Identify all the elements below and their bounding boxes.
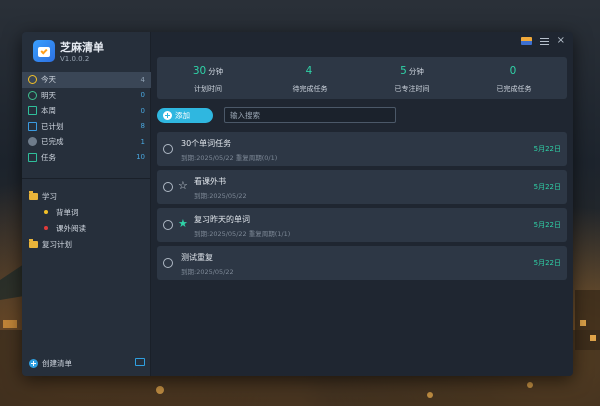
nav-item-count: 10 <box>136 153 145 162</box>
sun-outline-icon <box>28 90 37 100</box>
plus-icon <box>163 111 172 120</box>
nav-item-label: 已完成 <box>41 137 64 147</box>
calendar-icon <box>28 121 37 131</box>
sidebar-divider <box>22 178 151 179</box>
menu-icon[interactable] <box>539 37 549 45</box>
sidebar-footer: 创建清单 <box>29 356 145 370</box>
task-due-date: 5月22日 <box>533 221 561 229</box>
task-meta: 到期:2025/05/22 重复周期(0/1) <box>181 154 278 162</box>
nav-item-today[interactable]: 今天 4 <box>22 72 151 88</box>
task-due-date: 5月22日 <box>533 259 561 267</box>
folder-icon <box>29 190 38 200</box>
check-circle-icon <box>28 137 37 147</box>
list-color-dot-icon <box>44 210 48 214</box>
add-task-button[interactable]: 添加 <box>157 108 213 123</box>
nav-item-label: 明天 <box>41 90 56 100</box>
nav-item-label: 本周 <box>41 106 56 116</box>
task-checkbox[interactable] <box>163 144 173 154</box>
nav-item-completed[interactable]: 已完成 1 <box>22 134 151 150</box>
app-version: V1.0.0.2 <box>60 55 90 63</box>
folder-icon <box>29 238 38 248</box>
nav-item-count: 8 <box>140 122 145 131</box>
nav-item-count: 0 <box>140 106 145 115</box>
task-list: 30个单词任务 到期:2025/05/22 重复周期(0/1) 5月22日 ☆ … <box>157 132 567 284</box>
stat-unit: 分钟 <box>408 67 424 76</box>
nav-item-tomorrow[interactable]: 明天 0 <box>22 88 151 104</box>
task-icon <box>28 152 37 162</box>
create-list-button[interactable]: 创建清单 <box>42 358 72 369</box>
list-color-dot-icon <box>44 226 48 230</box>
add-folder-icon[interactable] <box>135 358 145 366</box>
list-vocabulary[interactable]: 背单词 <box>22 204 151 220</box>
nav-item-this-week[interactable]: 本周 0 <box>22 103 151 119</box>
stats-panel: 30 分钟 计划时间 4 待完成任务 5 分钟 已专注时间 0 已完成任务 <box>157 57 567 99</box>
nav-item-count: 4 <box>140 75 145 84</box>
stat-completed-tasks: 0 已完成任务 <box>463 57 565 99</box>
stat-focus-time: 5 分钟 已专注时间 <box>361 57 463 99</box>
app-logo-icon <box>33 40 55 62</box>
stat-value: 30 <box>192 65 207 77</box>
window-controls: × <box>520 36 565 46</box>
task-checkbox[interactable] <box>163 258 173 268</box>
nav-item-label: 今天 <box>41 75 56 85</box>
task-title: 30个单词任务 <box>181 139 232 148</box>
nav-item-label: 已计划 <box>41 121 64 131</box>
task-item[interactable]: 30个单词任务 到期:2025/05/22 重复周期(0/1) 5月22日 <box>157 132 567 166</box>
nav-item-label: 任务 <box>41 152 56 162</box>
stat-value: 4 <box>305 65 313 77</box>
nav-item-planned[interactable]: 已计划 8 <box>22 119 151 135</box>
sidebar-lists: 学习 背单词 课外阅读 复习计划 <box>22 188 151 252</box>
stat-value: 0 <box>509 65 517 77</box>
list-label: 学习 <box>42 191 57 201</box>
task-due-date: 5月22日 <box>533 183 561 191</box>
plus-circle-icon <box>29 358 38 368</box>
app-window: 芝麻清单 V1.0.0.2 今天 4 明天 0 本周 0 已计划 8 已完成 1… <box>22 32 573 376</box>
task-due-date: 5月22日 <box>533 145 561 153</box>
list-reading[interactable]: 课外阅读 <box>22 220 151 236</box>
sun-icon <box>28 75 37 85</box>
task-item[interactable]: ★ 复习昨天的单词 到期:2025/05/22 重复周期(1/1) 5月22日 <box>157 208 567 242</box>
task-title: 测试重复 <box>181 253 213 262</box>
sidebar-nav: 今天 4 明天 0 本周 0 已计划 8 已完成 1 任务 10 <box>22 72 151 165</box>
stat-label: 已专注时间 <box>394 85 430 93</box>
list-label: 课外阅读 <box>56 223 86 233</box>
stat-label: 已完成任务 <box>496 85 532 93</box>
task-meta: 到期:2025/05/22 重复周期(1/1) <box>194 230 291 238</box>
stat-label: 计划时间 <box>194 85 222 93</box>
nav-item-count: 0 <box>140 91 145 100</box>
stat-label: 待完成任务 <box>292 85 328 93</box>
task-meta: 到期:2025/05/22 <box>194 192 247 200</box>
skin-icon[interactable] <box>520 37 532 45</box>
stat-unit: 分钟 <box>208 67 224 76</box>
calendar-week-icon <box>28 106 37 116</box>
star-filled-icon[interactable]: ★ <box>178 218 188 230</box>
main-panel: × 30 分钟 计划时间 4 待完成任务 5 分钟 已专注时间 0 已完成任务 添加 <box>151 32 573 376</box>
close-icon[interactable]: × <box>557 36 565 46</box>
star-outline-icon[interactable]: ☆ <box>178 180 188 192</box>
task-checkbox[interactable] <box>163 220 173 230</box>
task-title: 复习昨天的单词 <box>194 215 250 224</box>
sidebar: 芝麻清单 V1.0.0.2 今天 4 明天 0 本周 0 已计划 8 已完成 1… <box>22 32 151 376</box>
list-label: 背单词 <box>56 207 79 217</box>
task-item[interactable]: ☆ 看课外书 到期:2025/05/22 5月22日 <box>157 170 567 204</box>
task-item[interactable]: 测试重复 到期:2025/05/22 5月22日 <box>157 246 567 280</box>
stat-planned-time: 30 分钟 计划时间 <box>157 57 259 99</box>
nav-item-tasks[interactable]: 任务 10 <box>22 150 151 166</box>
task-title: 看课外书 <box>194 177 226 186</box>
app-header: 芝麻清单 V1.0.0.2 <box>33 38 143 66</box>
folder-study[interactable]: 学习 <box>22 188 151 204</box>
list-label: 复习计划 <box>42 239 72 249</box>
task-meta: 到期:2025/05/22 <box>181 268 234 276</box>
add-task-label: 添加 <box>175 111 190 120</box>
nav-item-count: 1 <box>140 137 145 146</box>
app-title: 芝麻清单 <box>60 41 104 54</box>
search-input[interactable] <box>224 107 396 123</box>
folder-review-plan[interactable]: 复习计划 <box>22 236 151 252</box>
stat-value: 5 <box>400 65 407 77</box>
stat-pending-tasks: 4 待完成任务 <box>259 57 361 99</box>
task-checkbox[interactable] <box>163 182 173 192</box>
